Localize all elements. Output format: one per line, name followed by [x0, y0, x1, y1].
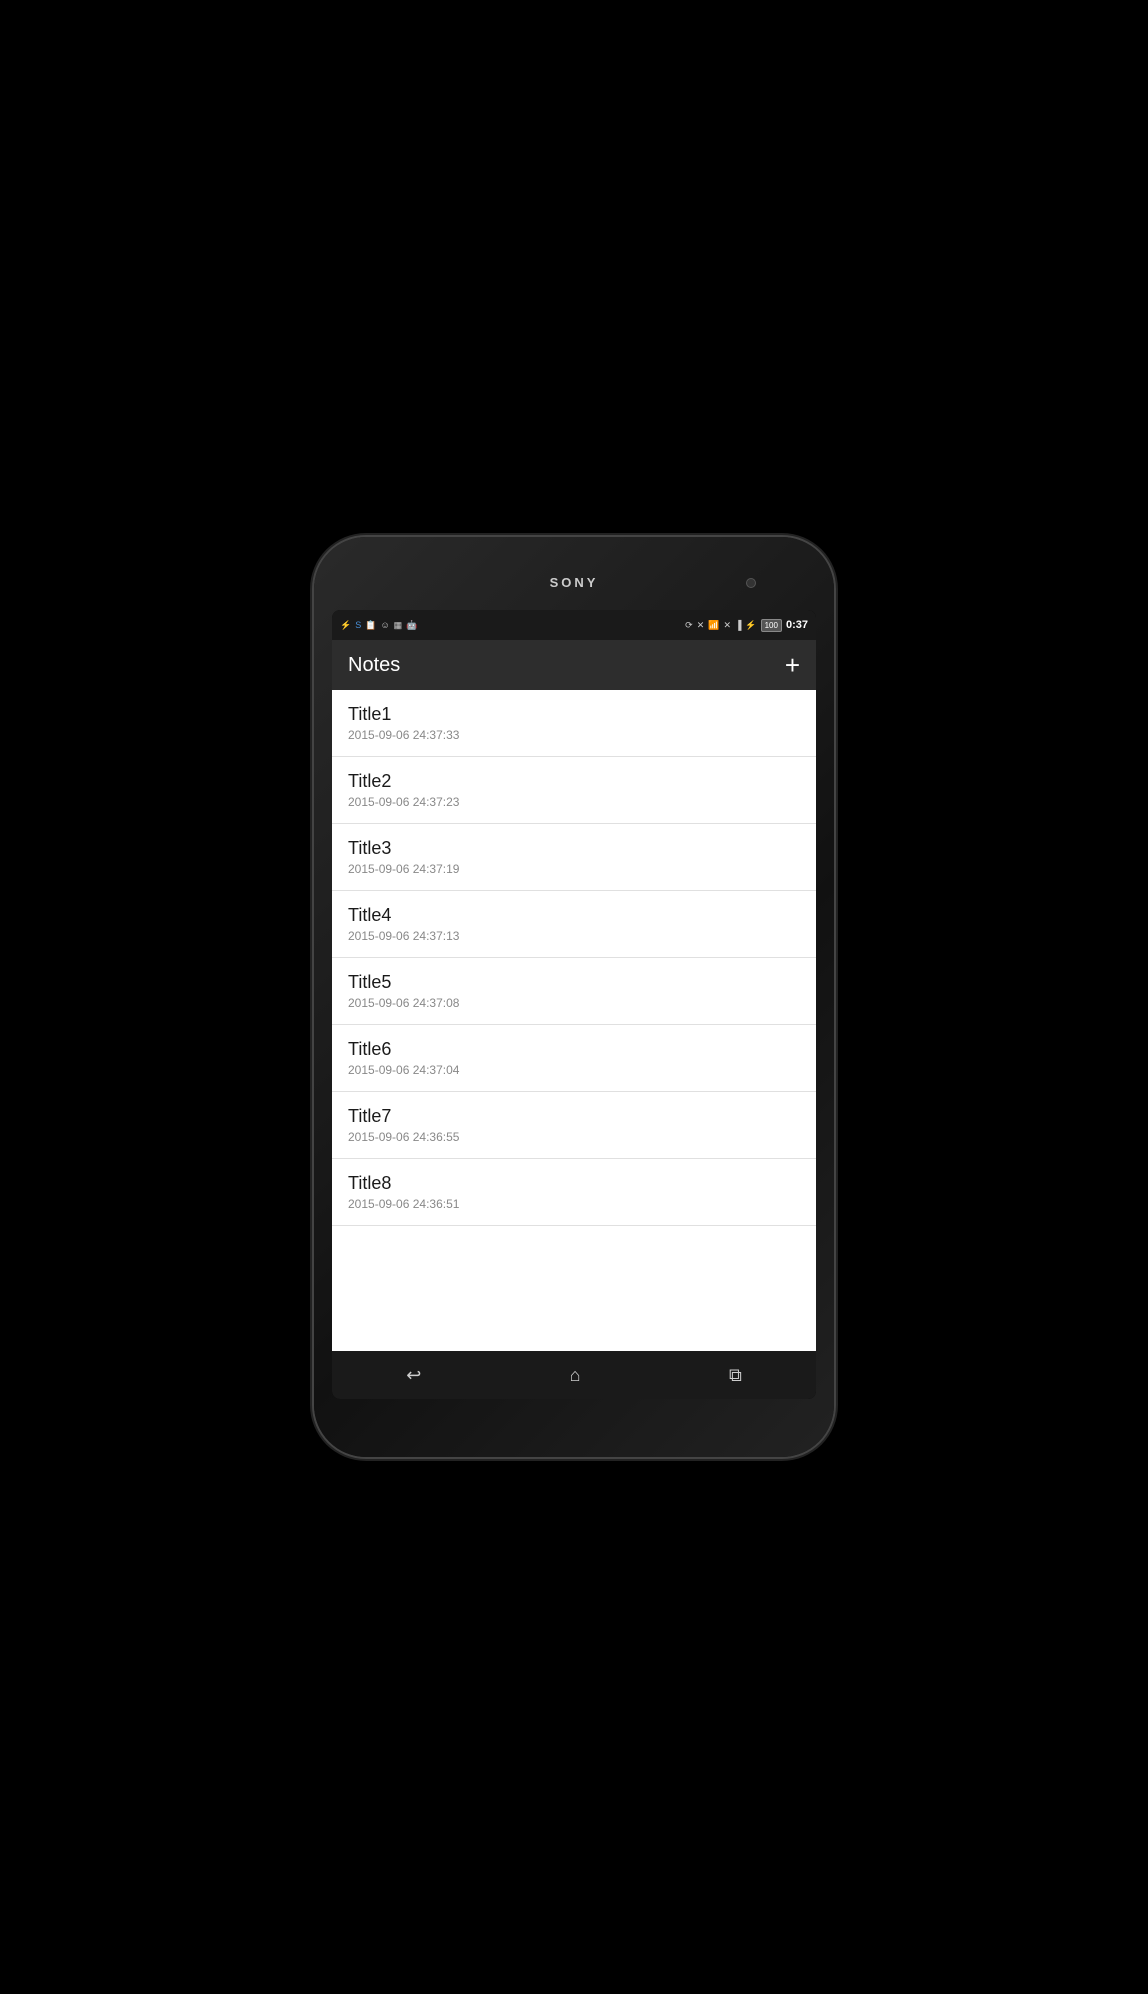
app-header: Notes + — [332, 640, 816, 690]
home-button[interactable]: ⌂ — [550, 1357, 601, 1394]
note-date-2: 2015-09-06 24:37:23 — [348, 795, 800, 809]
note-item-4[interactable]: Title4 2015-09-06 24:37:13 — [332, 891, 816, 958]
note-item-3[interactable]: Title3 2015-09-06 24:37:19 — [332, 824, 816, 891]
file-x-icon: ✕ — [697, 620, 705, 631]
note-item-1[interactable]: Title1 2015-09-06 24:37:33 — [332, 690, 816, 757]
status-icons-right: ⟳ ✕ 📶 ✕ ▐ ⚡ 100 0:37 — [685, 619, 808, 632]
phone-top-bar: SONY — [332, 555, 816, 610]
phone-bottom-bar — [332, 1399, 816, 1439]
rotate-icon: ⟳ — [685, 620, 693, 631]
clipboard-icon: 📋 — [365, 620, 376, 631]
note-title-8: Title8 — [348, 1173, 800, 1194]
note-item-2[interactable]: Title2 2015-09-06 24:37:23 — [332, 757, 816, 824]
battery-indicator: 100 — [761, 619, 782, 632]
note-title-3: Title3 — [348, 838, 800, 859]
note-date-5: 2015-09-06 24:37:08 — [348, 996, 800, 1010]
app-title: Notes — [348, 654, 400, 677]
note-title-2: Title2 — [348, 771, 800, 792]
note-date-4: 2015-09-06 24:37:13 — [348, 929, 800, 943]
status-icons-left: ⚡ S 📋 ☺ ▦ 🤖 — [340, 620, 417, 631]
phone-device: SONY ⚡ S 📋 ☺ ▦ 🤖 ⟳ ✕ 📶 ✕ ▐ ⚡ 100 — [314, 537, 834, 1457]
note-item-6[interactable]: Title6 2015-09-06 24:37:04 — [332, 1025, 816, 1092]
note-date-1: 2015-09-06 24:37:33 — [348, 728, 800, 742]
wifi-icon: 📶 — [708, 620, 719, 631]
note-date-7: 2015-09-06 24:36:55 — [348, 1130, 800, 1144]
charge-icon: ⚡ — [745, 620, 756, 631]
status-bar: ⚡ S 📋 ☺ ▦ 🤖 ⟳ ✕ 📶 ✕ ▐ ⚡ 100 0:37 — [332, 610, 816, 640]
emoji-icon: ☺ — [380, 620, 389, 630]
note-title-4: Title4 — [348, 905, 800, 926]
status-time: 0:37 — [786, 619, 808, 631]
battery-app-icon: ▦ — [394, 620, 403, 631]
note-title-1: Title1 — [348, 704, 800, 725]
signal-x-icon: ✕ — [723, 620, 731, 631]
android-icon: 🤖 — [406, 620, 417, 631]
signal-icon: ▐ — [735, 620, 741, 630]
phone-screen: ⚡ S 📋 ☺ ▦ 🤖 ⟳ ✕ 📶 ✕ ▐ ⚡ 100 0:37 — [332, 610, 816, 1399]
phone-brand: SONY — [550, 575, 599, 590]
note-date-3: 2015-09-06 24:37:19 — [348, 862, 800, 876]
note-item-8[interactable]: Title8 2015-09-06 24:36:51 — [332, 1159, 816, 1226]
note-item-7[interactable]: Title7 2015-09-06 24:36:55 — [332, 1092, 816, 1159]
bottom-nav: ↩ ⌂ ⧉ — [332, 1351, 816, 1399]
notes-list: Title1 2015-09-06 24:37:33 Title2 2015-0… — [332, 690, 816, 1351]
usb-icon: ⚡ — [340, 620, 351, 631]
note-date-8: 2015-09-06 24:36:51 — [348, 1197, 800, 1211]
front-camera — [746, 578, 756, 588]
note-title-6: Title6 — [348, 1039, 800, 1060]
note-title-5: Title5 — [348, 972, 800, 993]
recents-button[interactable]: ⧉ — [709, 1357, 762, 1394]
note-date-6: 2015-09-06 24:37:04 — [348, 1063, 800, 1077]
add-note-button[interactable]: + — [785, 652, 800, 678]
skype-icon: S — [355, 620, 361, 630]
note-title-7: Title7 — [348, 1106, 800, 1127]
back-button[interactable]: ↩ — [386, 1357, 441, 1394]
note-item-5[interactable]: Title5 2015-09-06 24:37:08 — [332, 958, 816, 1025]
